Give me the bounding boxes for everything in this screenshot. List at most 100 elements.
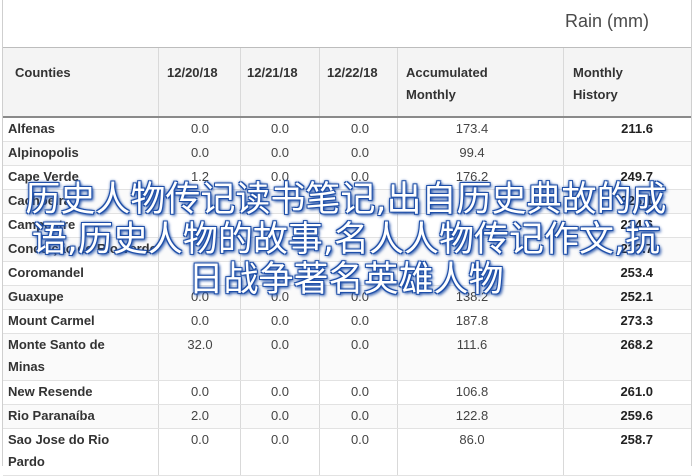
county-name: Alpinopolis	[8, 142, 158, 164]
column-divider	[240, 118, 241, 141]
column-divider	[319, 48, 320, 116]
county-name-line: Alfenas	[8, 121, 55, 136]
header-date-1[interactable]: 12/20/18	[167, 62, 218, 84]
county-name-line: Cape Verde	[8, 169, 79, 184]
table-row: Coromandel 253.4	[3, 262, 691, 286]
county-name-line: Guaxupe	[8, 289, 64, 304]
county-name-line: Conceição do Rio Verde	[8, 241, 157, 256]
rain-12-22: 0.0	[350, 313, 370, 328]
table-row: Cachoeira 226.1	[3, 190, 691, 214]
header-counties[interactable]: Counties	[15, 62, 71, 84]
accumulated-monthly-value: 99.4	[459, 145, 485, 160]
column-divider	[563, 238, 564, 261]
column-divider	[397, 48, 398, 116]
column-divider	[563, 405, 564, 428]
table-row: Mount Carmel 0.0 0.0 0.0 187.8 273.3	[3, 310, 691, 334]
accumulated-monthly-value: 106.8	[455, 384, 489, 399]
county-name: Monte Santo de Minas	[8, 334, 158, 378]
column-divider	[240, 190, 241, 213]
rain-12-20: 0.0	[190, 313, 210, 328]
county-name-line: Mount Carmel	[8, 313, 95, 328]
column-divider	[563, 118, 564, 141]
column-divider	[319, 381, 320, 404]
rain-12-20: 0.0	[190, 432, 210, 447]
column-divider	[158, 334, 159, 380]
header-monthly-history[interactable]: Monthly History	[573, 62, 623, 106]
rain-12-20: 0.0	[190, 289, 210, 304]
rain-12-20: 32.0	[187, 337, 213, 352]
header-accumulated-line-2: Monthly	[406, 87, 456, 102]
column-divider	[158, 142, 159, 165]
header-accumulated-line-1: Accumulated	[406, 65, 488, 80]
rain-12-21: 0.0	[270, 289, 290, 304]
column-divider	[397, 142, 398, 165]
column-divider	[319, 142, 320, 165]
column-divider	[240, 310, 241, 333]
column-divider	[397, 238, 398, 261]
column-divider	[158, 118, 159, 141]
column-divider	[563, 286, 564, 309]
rain-table: Counties 12/20/18 12/21/18 12/22/18 Accu…	[3, 47, 691, 476]
county-name: Mount Carmel	[8, 310, 158, 332]
rain-12-21: 0.0	[270, 121, 290, 136]
accumulated-monthly-value: 187.8	[455, 313, 489, 328]
county-name: Sao Jose do Rio Pardo	[8, 429, 158, 473]
column-divider	[240, 166, 241, 189]
header-date-3[interactable]: 12/22/18	[327, 62, 378, 84]
column-divider	[397, 190, 398, 213]
column-divider	[240, 429, 241, 475]
accumulated-monthly-value: 86.0	[459, 432, 485, 447]
monthly-history-value: 253.4	[620, 265, 653, 280]
table-row: Rio Paranaíba 2.0 0.0 0.0 122.8 259.6	[3, 405, 691, 429]
monthly-history-value: 273.3	[620, 313, 653, 328]
rain-12-21: 0.0	[270, 145, 290, 160]
table-row: New Resende 0.0 0.0 0.0 106.8 261.0	[3, 381, 691, 405]
accumulated-monthly-value: 122.8	[455, 408, 489, 423]
column-divider	[563, 166, 564, 189]
county-name-line: Coromandel	[8, 265, 84, 280]
column-divider	[158, 405, 159, 428]
accumulated-monthly-value: 176.2	[455, 169, 489, 184]
column-divider	[158, 214, 159, 237]
rain-12-20: 1.2	[190, 169, 210, 184]
column-divider	[158, 166, 159, 189]
monthly-history-value: 234.6	[620, 217, 653, 232]
rain-12-20: 2.0	[190, 408, 210, 423]
column-divider	[319, 429, 320, 475]
column-divider	[397, 214, 398, 237]
county-name-line: Minas	[8, 359, 45, 374]
column-divider	[319, 310, 320, 333]
table-row: Alpinopolis 0.0 0.0 0.0 99.4	[3, 142, 691, 166]
column-divider	[240, 142, 241, 165]
county-name-line: Alpinopolis	[8, 145, 79, 160]
county-name: New Resende	[8, 381, 158, 403]
county-name: Coromandel	[8, 262, 158, 284]
column-divider	[397, 405, 398, 428]
column-divider	[158, 190, 159, 213]
column-divider	[319, 238, 320, 261]
county-name-line: Campestre	[8, 217, 76, 232]
rain-12-22: 0.0	[350, 384, 370, 399]
column-divider	[240, 262, 241, 285]
rain-12-21: 0.0	[270, 432, 290, 447]
county-name: Conceição do Rio Verde	[8, 238, 158, 260]
table-row: Sao Jose do Rio Pardo 0.0 0.0 0.0 86.0 258.7	[3, 429, 691, 476]
county-name-line: Sao Jose do Rio	[8, 432, 110, 447]
column-divider	[397, 429, 398, 475]
monthly-history-value: 268.2	[620, 337, 653, 352]
rain-12-22: 0.0	[350, 121, 370, 136]
county-name-line: New Resende	[8, 384, 93, 399]
rain-12-20: 0.0	[190, 121, 210, 136]
column-divider	[319, 405, 320, 428]
column-divider	[563, 48, 564, 116]
header-monthly-line-1: Monthly	[573, 65, 623, 80]
county-name: Alfenas	[8, 118, 158, 140]
header-date-2[interactable]: 12/21/18	[247, 62, 298, 84]
column-divider	[240, 405, 241, 428]
column-divider	[240, 48, 241, 116]
table-row: Conceição do Rio Verde 232.7	[3, 238, 691, 262]
county-name-line: Rio Paranaíba	[8, 408, 95, 423]
table-row: Monte Santo de Minas 32.0 0.0 0.0 111.6 268.2	[3, 334, 691, 381]
header-accumulated-monthly[interactable]: Accumulated Monthly	[406, 62, 488, 106]
rain-12-21: 0.0	[270, 337, 290, 352]
